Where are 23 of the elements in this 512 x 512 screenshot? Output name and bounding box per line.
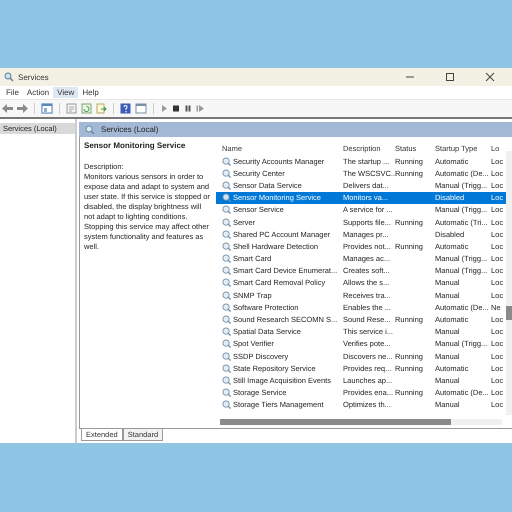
stop-icon[interactable] [172, 104, 180, 113]
refresh-icon[interactable] [81, 103, 92, 114]
resume-icon[interactable] [196, 104, 204, 113]
window-icon[interactable] [135, 103, 147, 114]
play-icon[interactable] [160, 104, 168, 113]
panel-title: Services (Local) [101, 125, 158, 134]
close-icon[interactable] [485, 72, 495, 82]
console-tree-icon[interactable] [41, 103, 53, 114]
window-title: Services [18, 72, 49, 82]
maximize-icon[interactable] [445, 72, 455, 82]
horizontal-scrollbar[interactable] [220, 419, 502, 425]
menu-item[interactable]: File [2, 87, 23, 98]
forward-arrow-icon[interactable] [17, 104, 28, 113]
menu-item[interactable]: View [53, 87, 78, 98]
service-name: Sensor Monitoring Service [84, 141, 186, 150]
export-icon[interactable] [96, 103, 107, 114]
help-icon[interactable] [120, 103, 131, 114]
back-arrow-icon[interactable] [2, 104, 13, 113]
menu-item[interactable]: Action [22, 87, 54, 98]
pause-icon[interactable] [184, 104, 192, 113]
vertical-scrollbar[interactable] [506, 151, 512, 415]
menu-item[interactable]: Help [78, 87, 103, 98]
properties-icon[interactable] [66, 103, 77, 114]
